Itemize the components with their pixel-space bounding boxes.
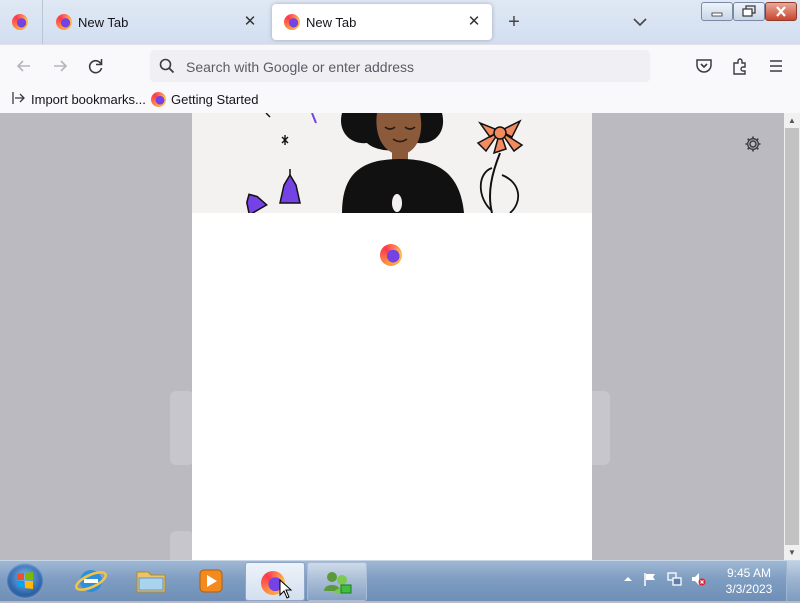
action-center-flag-icon[interactable]	[642, 571, 658, 587]
scroll-down-icon[interactable]: ▼	[784, 545, 800, 560]
extensions-icon[interactable]	[729, 55, 751, 77]
show-desktop-button[interactable]	[786, 561, 800, 601]
show-hidden-icon[interactable]	[620, 571, 636, 587]
firefox-icon	[151, 91, 166, 107]
firefox-view-button[interactable]	[0, 0, 43, 44]
page-content	[0, 113, 784, 560]
close-icon[interactable]	[765, 2, 797, 21]
firefox-icon	[284, 14, 300, 30]
taskbar-firefox-button[interactable]	[245, 562, 305, 601]
network-users-icon[interactable]	[307, 562, 367, 601]
pocket-icon[interactable]	[693, 55, 715, 77]
close-tab-icon[interactable]: ✕	[464, 12, 484, 32]
clock-time: 9:45 AM	[726, 566, 772, 580]
import-icon	[12, 91, 26, 108]
chevron-down-icon[interactable]	[630, 12, 650, 32]
bookmark-import[interactable]: Import bookmarks...	[12, 90, 146, 108]
plus-icon[interactable]: +	[504, 12, 524, 32]
shortcut-tile	[170, 531, 194, 560]
tab-active[interactable]: New Tab ✕	[272, 4, 492, 40]
arrow-left-icon[interactable]	[13, 55, 35, 77]
hero-illustration	[192, 113, 592, 213]
bookmark-label: Import bookmarks...	[31, 91, 146, 107]
tab-inactive[interactable]: New Tab ✕	[44, 4, 268, 40]
tab-label: New Tab	[78, 15, 129, 30]
mouse-cursor-icon	[279, 579, 293, 599]
address-bar[interactable]	[150, 50, 650, 82]
scrollbar-thumb[interactable]	[785, 128, 799, 545]
tab-label: New Tab	[306, 15, 357, 30]
close-tab-icon[interactable]: ✕	[240, 12, 260, 32]
firefox-icon	[12, 14, 28, 30]
gear-icon[interactable]	[744, 135, 762, 153]
bookmarks-toolbar: Import bookmarks... Getting Started	[0, 86, 800, 114]
file-explorer-icon[interactable]	[122, 562, 180, 599]
taskbar: 9:45 AM 3/3/2023	[0, 560, 800, 601]
restore-icon[interactable]	[733, 2, 765, 21]
bookmark-getting-started[interactable]: Getting Started	[151, 90, 258, 108]
scroll-up-icon[interactable]: ▲	[784, 113, 800, 128]
shortcut-tile	[170, 391, 194, 465]
address-input[interactable]	[184, 56, 638, 78]
reload-icon[interactable]	[85, 55, 107, 77]
firefox-icon	[56, 14, 72, 30]
system-clock[interactable]: 9:45 AM 3/3/2023	[718, 565, 780, 597]
clock-date: 3/3/2023	[725, 582, 773, 596]
minimize-icon[interactable]	[701, 2, 733, 21]
firefox-icon	[380, 244, 402, 266]
volume-muted-icon[interactable]	[690, 571, 706, 587]
onboarding-modal	[192, 113, 592, 560]
search-icon	[158, 57, 176, 75]
internet-explorer-icon[interactable]	[62, 562, 120, 599]
media-player-icon[interactable]	[182, 562, 240, 599]
bookmark-label: Getting Started	[171, 91, 259, 107]
arrow-right-icon[interactable]	[49, 55, 71, 77]
tab-strip: New Tab ✕ New Tab ✕ +	[0, 0, 800, 44]
start-button[interactable]	[6, 563, 44, 599]
network-icon[interactable]	[666, 571, 682, 587]
navigation-toolbar	[0, 44, 800, 87]
menu-icon[interactable]	[765, 55, 787, 77]
